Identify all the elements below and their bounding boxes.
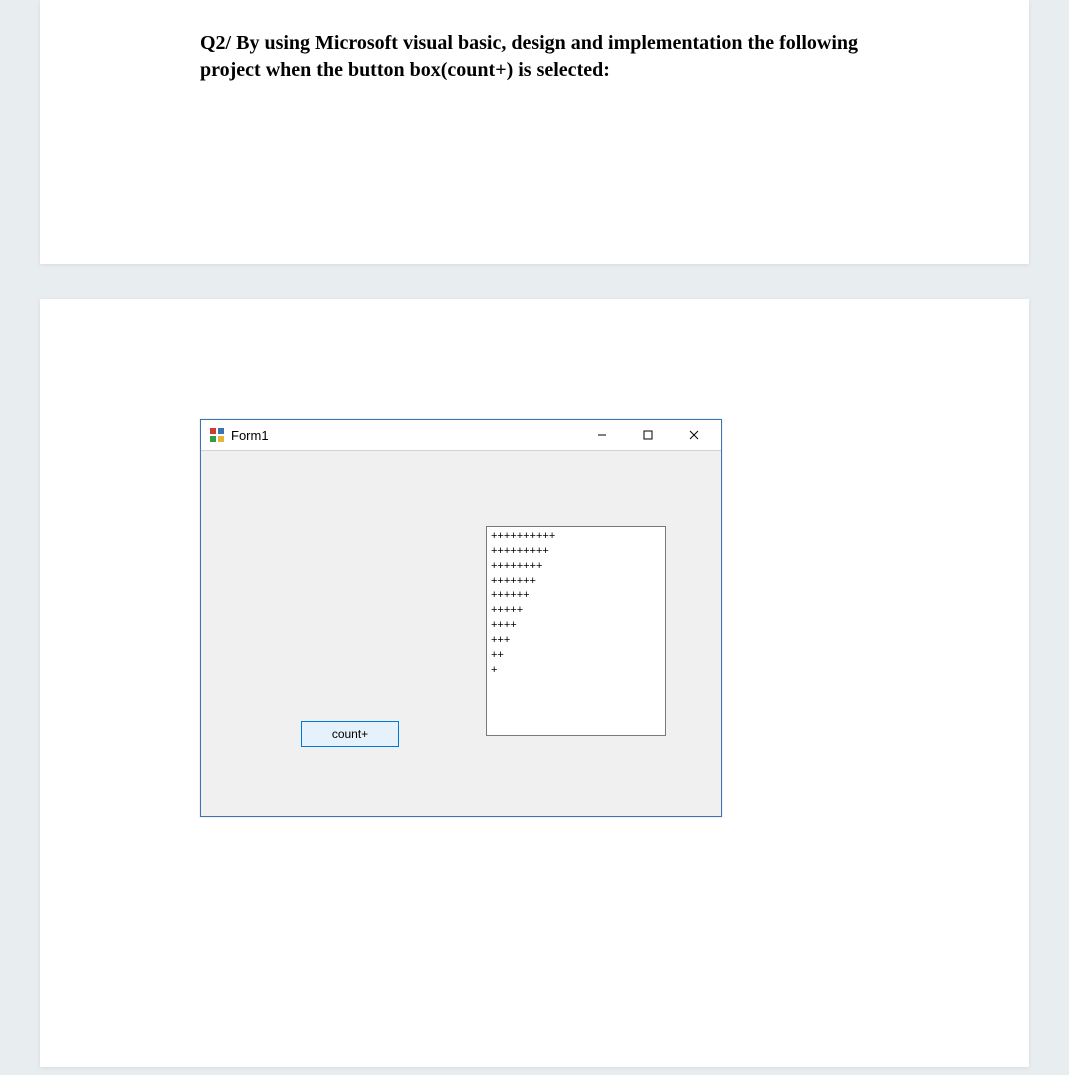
titlebar: Form1	[201, 420, 721, 451]
question-text: Q2/ By using Microsoft visual basic, des…	[200, 30, 869, 84]
window-title: Form1	[231, 428, 269, 443]
output-line: +	[491, 663, 661, 678]
output-line: ++++++	[491, 588, 661, 603]
output-line: ++	[491, 648, 661, 663]
close-button[interactable]	[671, 420, 717, 450]
maximize-button[interactable]	[625, 420, 671, 450]
output-textbox[interactable]: ++++++++++ +++++++++ ++++++++ +++++++ ++…	[486, 526, 666, 736]
output-line: +++	[491, 633, 661, 648]
output-line: +++++++++	[491, 544, 661, 559]
app-icon	[209, 427, 225, 443]
form-body: count+ ++++++++++ +++++++++ ++++++++ +++…	[201, 451, 721, 816]
form-window: Form1 count+ ++++++++++ +++++++++ ++++++…	[200, 419, 722, 817]
output-line: ++++++++++	[491, 529, 661, 544]
output-line: +++++++	[491, 574, 661, 589]
output-line: ++++++++	[491, 559, 661, 574]
minimize-button[interactable]	[579, 420, 625, 450]
count-button[interactable]: count+	[301, 721, 399, 747]
output-line: ++++	[491, 618, 661, 633]
output-line: +++++	[491, 603, 661, 618]
